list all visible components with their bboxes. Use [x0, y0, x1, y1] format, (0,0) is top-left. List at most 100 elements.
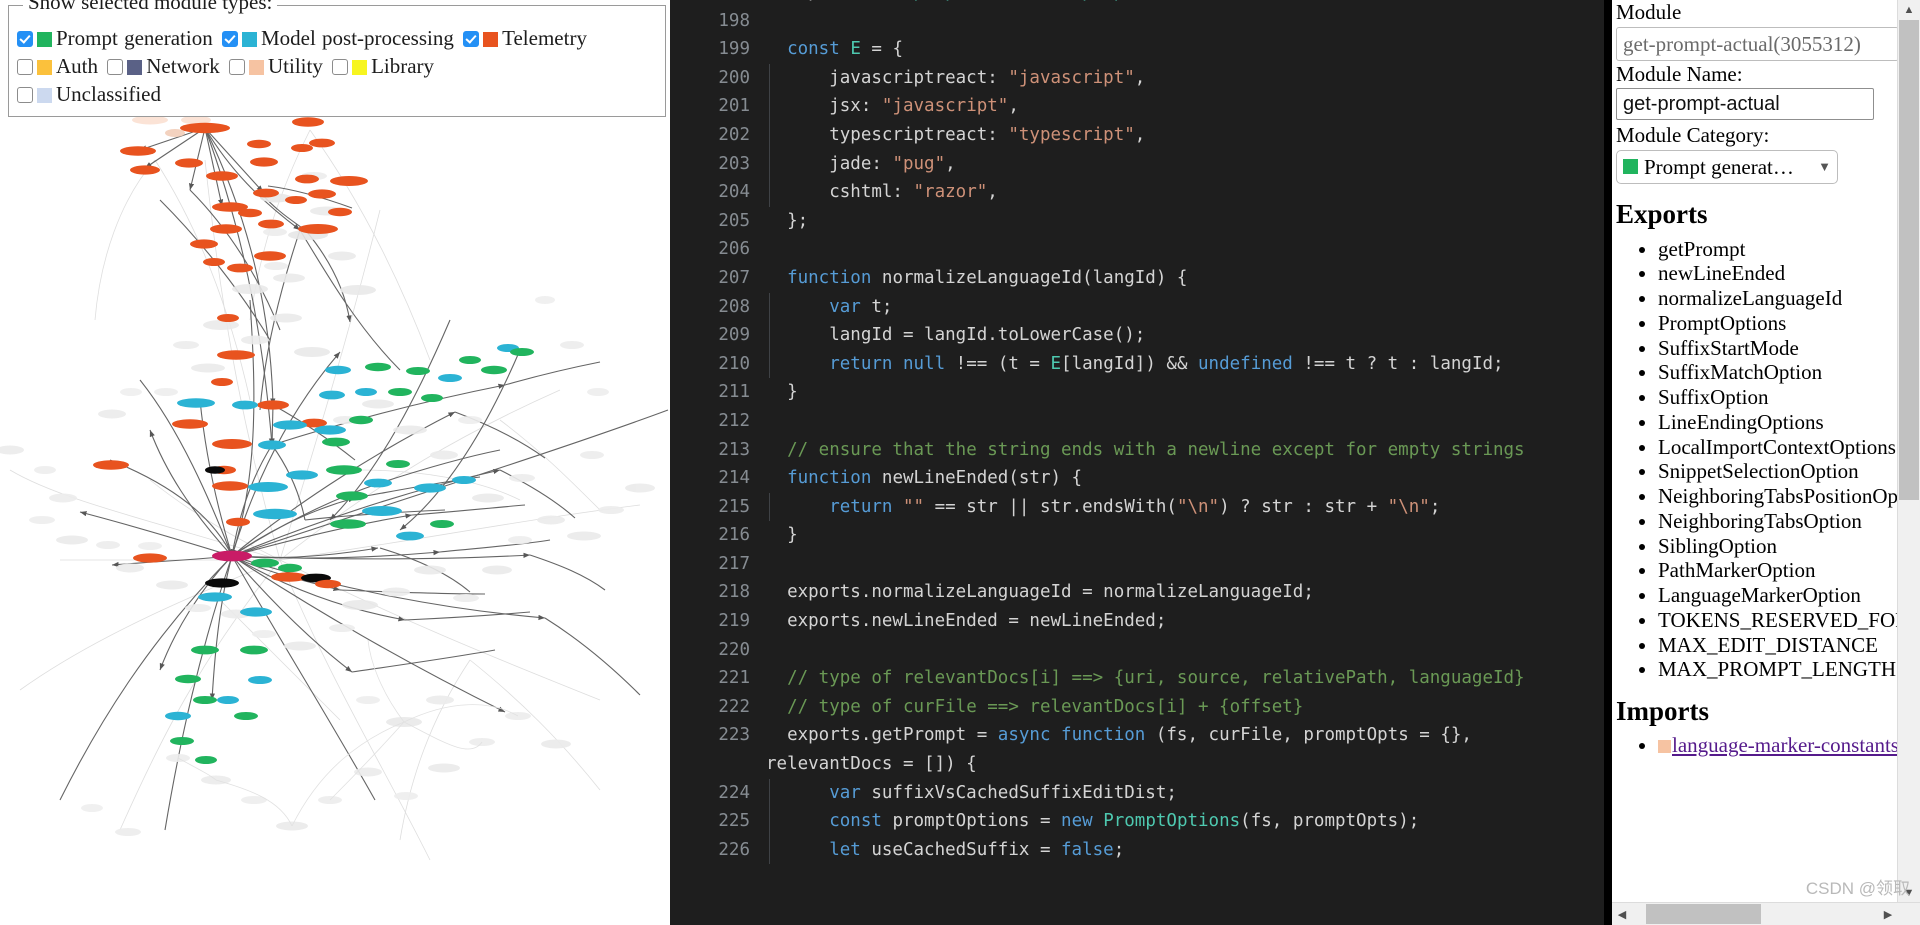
code-token: exports.getPrompt =: [766, 725, 998, 746]
export-item[interactable]: MAX_PROMPT_LENGTH: [1658, 658, 1902, 681]
legend-checkbox-auth[interactable]: [17, 59, 33, 76]
code-line[interactable]: 216 }: [670, 521, 1608, 550]
line-number: 207: [718, 267, 750, 288]
export-item[interactable]: SnippetSelectionOption: [1658, 460, 1902, 483]
module-category-select[interactable]: Prompt generat… ▼: [1616, 149, 1838, 184]
export-item[interactable]: LanguageMarkerOption: [1658, 584, 1902, 607]
export-item[interactable]: PromptOptions: [1658, 312, 1902, 335]
legend-item-unclassified[interactable]: Unclassified: [17, 82, 161, 106]
code-line[interactable]: 222 // type of curFile ==> relevantDocs[…: [670, 693, 1608, 722]
code-line[interactable]: 205 };: [670, 207, 1608, 236]
code-lines[interactable]: 197 exports.PromptOptions = PromptOption…: [670, 0, 1608, 865]
code-line[interactable]: 199 const E = {: [670, 35, 1608, 64]
code-line[interactable]: 207 function normalizeLanguageId(langId)…: [670, 264, 1608, 293]
legend-item-library[interactable]: Library: [332, 54, 434, 78]
legend-item-auth[interactable]: Auth: [17, 54, 98, 78]
code-line-text: javascriptreact: "javascript",: [766, 63, 1608, 93]
code-line[interactable]: 203 jade: "pug",: [670, 149, 1608, 179]
legend-checkbox-prompt-generation[interactable]: [17, 31, 33, 47]
import-item[interactable]: language-marker-constants: [1658, 733, 1902, 758]
code-line[interactable]: 218 exports.normalizeLanguageId = normal…: [670, 578, 1608, 607]
code-line-text: return null !== (t = E[langId]) && undef…: [766, 349, 1608, 379]
export-item[interactable]: SiblingOption: [1658, 534, 1902, 557]
code-line[interactable]: 213 // ensure that the string ends with …: [670, 436, 1608, 465]
code-line[interactable]: 221 // type of relevantDocs[i] ==> {uri,…: [670, 664, 1608, 693]
code-line-text: typescriptreact: "typescript",: [766, 120, 1608, 150]
code-line[interactable]: 208 var t;: [670, 292, 1608, 322]
code-line[interactable]: 225 const promptOptions = new PromptOpti…: [670, 807, 1608, 836]
code-line[interactable]: 200 javascriptreact: "javascript",: [670, 63, 1608, 93]
scroll-up-arrow-icon[interactable]: ▲: [1898, 0, 1920, 20]
dependency-graph-canvas[interactable]: [0, 0, 670, 925]
export-item[interactable]: PathMarkerOption: [1658, 559, 1902, 582]
legend-checkbox-utility[interactable]: [228, 59, 245, 76]
module-dependency-graph-pane[interactable]: Show selected module types: Prompt gener…: [0, 0, 670, 925]
export-item[interactable]: LineEndingOptions: [1658, 411, 1902, 434]
code-line[interactable]: 215 return "" == str || str.endsWith("\n…: [670, 492, 1608, 522]
code-line-text: }: [766, 378, 1608, 407]
legend-checkbox-network[interactable]: [107, 59, 124, 76]
code-token: = {: [860, 39, 904, 60]
line-number: 201: [718, 96, 750, 117]
code-token: false: [1061, 839, 1114, 860]
code-line-text: // type of relevantDocs[i] ==> {uri, sou…: [766, 664, 1608, 693]
legend-checkbox-library[interactable]: [332, 59, 349, 76]
code-line[interactable]: 204 cshtml: "razor",: [670, 178, 1608, 207]
export-item[interactable]: LocalImportContextOptions: [1658, 435, 1902, 458]
export-item[interactable]: getPrompt: [1658, 237, 1902, 260]
export-item[interactable]: MAX_EDIT_DISTANCE: [1658, 633, 1902, 656]
module-label: Module: [1616, 0, 1682, 24]
export-item[interactable]: NeighboringTabsOption: [1658, 510, 1902, 533]
code-line[interactable]: 214 function newLineEnded(str) {: [670, 464, 1608, 493]
legend-item-telemetry[interactable]: Telemetry: [463, 26, 587, 50]
code-line[interactable]: 219 exports.newLineEnded = newLineEnded;: [670, 607, 1608, 636]
export-item[interactable]: normalizeLanguageId: [1658, 287, 1902, 310]
export-item[interactable]: newLineEnded: [1658, 262, 1902, 285]
code-line[interactable]: 217: [670, 550, 1608, 579]
module-inspector-panel[interactable]: Module get-prompt-actual(3055312) Module…: [1608, 0, 1920, 925]
legend-item-network[interactable]: Network: [107, 54, 220, 79]
code-token: function: [787, 468, 872, 489]
export-item[interactable]: SuffixMatchOption: [1658, 361, 1902, 384]
sidebar-hscroll-thumb[interactable]: [1646, 904, 1761, 924]
code-line[interactable]: 220: [670, 636, 1608, 665]
module-name-input[interactable]: [1616, 88, 1874, 121]
export-item[interactable]: NeighboringTabsPositionOption: [1658, 485, 1920, 508]
code-line[interactable]: 206: [670, 235, 1608, 264]
code-line[interactable]: 224 var suffixVsCachedSuffixEditDist;: [670, 778, 1608, 808]
code-line[interactable]: 212: [670, 407, 1608, 436]
code-token: newLineEnded(str) {: [871, 468, 1083, 489]
module-type-legend[interactable]: Show selected module types: Prompt gener…: [8, 0, 666, 118]
source-code-viewer[interactable]: 197 exports.PromptOptions = PromptOption…: [670, 0, 1608, 925]
line-number: 215: [718, 496, 750, 517]
export-item[interactable]: SuffixOption: [1658, 386, 1902, 409]
export-item[interactable]: TOKENS_RESERVED_FOR_SUFFIX_ENCODING: [1658, 609, 1920, 632]
export-item[interactable]: SuffixStartMode: [1658, 336, 1902, 359]
sidebar-horizontal-scrollbar[interactable]: ◀ ▶: [1612, 902, 1920, 925]
legend-checkbox-unclassified[interactable]: [17, 87, 33, 104]
legend-item-utility[interactable]: Utility: [228, 54, 323, 78]
sidebar-vscroll-thumb[interactable]: [1899, 20, 1919, 500]
code-line[interactable]: 226 let useCachedSuffix = false;: [670, 835, 1608, 865]
scroll-left-arrow-icon[interactable]: ◀: [1612, 903, 1632, 925]
code-token: (fs, promptOpts);: [1240, 811, 1420, 832]
code-line[interactable]: 211 }: [670, 378, 1608, 407]
import-link[interactable]: language-marker-constants: [1672, 733, 1899, 757]
legend-item-model-post-processing[interactable]: Model post-processing: [221, 26, 454, 50]
sidebar-vertical-scrollbar[interactable]: ▲ ▼: [1897, 0, 1920, 903]
legend-checkbox-telemetry[interactable]: [463, 31, 480, 47]
code-line[interactable]: 210 return null !== (t = E[langId]) && u…: [670, 349, 1608, 379]
code-token: ,: [945, 153, 956, 174]
scroll-right-arrow-icon[interactable]: ▶: [1878, 903, 1898, 925]
legend-label-network: Network: [146, 54, 220, 79]
code-line[interactable]: 197 exports.PromptOptions = PromptOption…: [670, 0, 1608, 7]
line-number: 206: [718, 239, 750, 260]
legend-checkbox-model-post-processing[interactable]: [221, 31, 238, 47]
code-line[interactable]: 223 exports.getPrompt = async function (…: [670, 721, 1608, 778]
code-line[interactable]: 202 typescriptreact: "typescript",: [670, 120, 1608, 150]
code-line[interactable]: 198: [670, 7, 1608, 36]
code-line[interactable]: 201 jsx: "javascript",: [670, 92, 1608, 121]
code-line[interactable]: 209 langId = langId.toLowerCase();: [670, 321, 1608, 350]
legend-item-prompt-generation[interactable]: Prompt generation: [17, 26, 213, 50]
